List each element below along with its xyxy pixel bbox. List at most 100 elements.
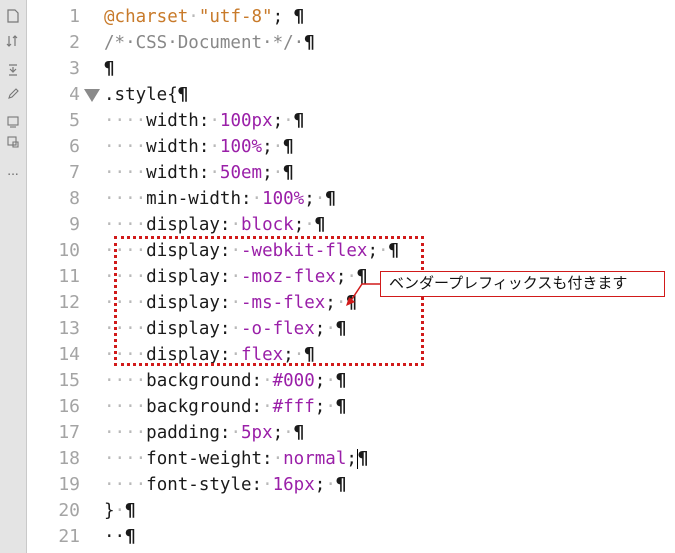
code-text: ····min-width:·100%;·¶ bbox=[104, 186, 336, 212]
line-number: 19 bbox=[58, 474, 80, 495]
code-text: /*·CSS·Document·*/·¶ bbox=[104, 30, 315, 56]
code-token: ···· bbox=[104, 397, 147, 417]
code-token: padding: bbox=[146, 423, 231, 443]
code-token: #000 bbox=[272, 371, 315, 391]
line-number: 5 bbox=[69, 110, 80, 131]
code-token: · bbox=[283, 111, 294, 131]
code-line[interactable]: 7 ····width:·50em;·¶ bbox=[30, 160, 675, 186]
line-number: 18 bbox=[58, 448, 80, 469]
code-line[interactable]: 20}·¶ bbox=[30, 498, 675, 524]
line-number: 3 bbox=[69, 58, 80, 79]
code-token: "utf-8" bbox=[198, 7, 273, 27]
code-hint-icon[interactable] bbox=[4, 134, 22, 150]
code-text: ····background:·#fff;·¶ bbox=[104, 394, 346, 420]
pilcrow-mark: ¶ bbox=[104, 59, 115, 79]
code-token: · bbox=[325, 371, 336, 391]
code-text: ····font-weight:·normal;¶ bbox=[104, 446, 368, 472]
code-token: ·· bbox=[104, 527, 126, 547]
code-line[interactable]: 16 ····background:·#fff;·¶ bbox=[30, 394, 675, 420]
code-line[interactable]: 9 ····display:·block;·¶ bbox=[30, 212, 675, 238]
document-icon[interactable] bbox=[4, 8, 22, 24]
code-text: @charset·"utf-8"; ¶ bbox=[104, 4, 304, 30]
code-token: ···· bbox=[104, 475, 147, 495]
line-number: 6 bbox=[69, 136, 80, 157]
pilcrow-mark: ¶ bbox=[293, 7, 305, 27]
code-token: · bbox=[272, 137, 284, 157]
code-line[interactable]: 17 ····padding:·5px;·¶ bbox=[30, 420, 675, 446]
code-token: · bbox=[230, 215, 241, 235]
line-number: 14 bbox=[58, 344, 80, 365]
code-line[interactable]: 4 .style{¶ bbox=[30, 82, 675, 108]
fold-triangle-icon[interactable] bbox=[84, 89, 100, 102]
sort-icon[interactable] bbox=[4, 33, 22, 49]
pilcrow-mark: ¶ bbox=[293, 423, 305, 443]
collapse-icon[interactable] bbox=[4, 62, 22, 78]
code-token: 100% bbox=[262, 189, 305, 209]
code-line[interactable]: 8 ····min-width:·100%;·¶ bbox=[30, 186, 675, 212]
line-number: 11 bbox=[58, 266, 80, 287]
snippet-icon[interactable] bbox=[4, 114, 22, 130]
code-token: } bbox=[104, 501, 115, 521]
line-number: 9 bbox=[69, 214, 80, 235]
code-text: ····display:·block;·¶ bbox=[104, 212, 325, 238]
code-token: .style{ bbox=[104, 85, 178, 105]
code-token: ; bbox=[314, 397, 326, 417]
code-token: ; bbox=[272, 7, 294, 27]
code-token: font-style: bbox=[146, 475, 263, 495]
code-line[interactable]: 3 ¶ bbox=[30, 56, 675, 82]
code-token: · bbox=[272, 163, 284, 183]
code-token: ···· bbox=[104, 449, 147, 469]
pilcrow-mark: ¶ bbox=[357, 449, 369, 469]
pilcrow-mark: ¶ bbox=[335, 371, 347, 391]
code-token: · bbox=[209, 137, 220, 157]
code-token: background: bbox=[146, 397, 263, 417]
line-number: 10 bbox=[58, 240, 80, 261]
code-text: ··¶ bbox=[104, 524, 136, 550]
code-token: ; bbox=[314, 371, 326, 391]
pilcrow-mark: ¶ bbox=[335, 475, 347, 495]
edit-icon[interactable] bbox=[4, 86, 22, 102]
code-token: ; bbox=[262, 137, 273, 157]
code-line[interactable]: 15 ····background:·#000;·¶ bbox=[30, 368, 675, 394]
code-token: · bbox=[114, 501, 126, 521]
line-number: 17 bbox=[58, 422, 80, 443]
code-line[interactable]: 19 ····font-style:·16px;·¶ bbox=[30, 472, 675, 498]
code-token: · bbox=[262, 397, 273, 417]
callout-label: ベンダープレフィックスも付きます bbox=[380, 271, 665, 297]
line-number: 2 bbox=[69, 32, 80, 53]
line-number: 16 bbox=[58, 396, 80, 417]
code-line[interactable]: 6 ····width:·100%;·¶ bbox=[30, 134, 675, 160]
code-line[interactable]: 1 @charset·"utf-8"; ¶ bbox=[30, 4, 675, 30]
line-number: 13 bbox=[58, 318, 80, 339]
code-line[interactable]: 21 ··¶ bbox=[30, 524, 675, 550]
code-token: ; bbox=[346, 449, 357, 469]
code-token: 100% bbox=[219, 137, 263, 157]
code-token: ···· bbox=[104, 215, 147, 235]
code-text: ¶ bbox=[104, 56, 115, 82]
line-number: 7 bbox=[69, 162, 80, 183]
code-token: font-weight: bbox=[146, 449, 273, 469]
code-token: · bbox=[262, 371, 273, 391]
code-token: normal bbox=[283, 449, 347, 469]
code-token: ···· bbox=[104, 371, 147, 391]
code-token: · bbox=[209, 163, 220, 183]
code-token: · bbox=[304, 215, 315, 235]
code-token: · bbox=[325, 397, 336, 417]
code-text: ····width:·100%;·¶ bbox=[104, 134, 294, 160]
code-token: · bbox=[251, 189, 263, 209]
line-number: 20 bbox=[58, 500, 80, 521]
code-line[interactable]: 2 /*·CSS·Document·*/·¶ bbox=[30, 30, 675, 56]
code-token: · bbox=[325, 475, 336, 495]
code-token: @charset bbox=[104, 7, 189, 27]
editor-toolbar: ... bbox=[0, 0, 27, 553]
pilcrow-mark: ¶ bbox=[304, 33, 315, 53]
code-token: ···· bbox=[104, 111, 147, 131]
code-token: · bbox=[262, 475, 273, 495]
more-icon[interactable]: ... bbox=[4, 163, 22, 179]
code-token: width: bbox=[146, 111, 210, 131]
code-token: ···· bbox=[104, 189, 147, 209]
code-token: display: bbox=[146, 215, 231, 235]
code-token: ···· bbox=[104, 423, 147, 443]
code-line[interactable]: 18 ····font-weight:·normal;¶ bbox=[30, 446, 675, 472]
code-line[interactable]: 5 ····width:·100px;·¶ bbox=[30, 108, 675, 134]
